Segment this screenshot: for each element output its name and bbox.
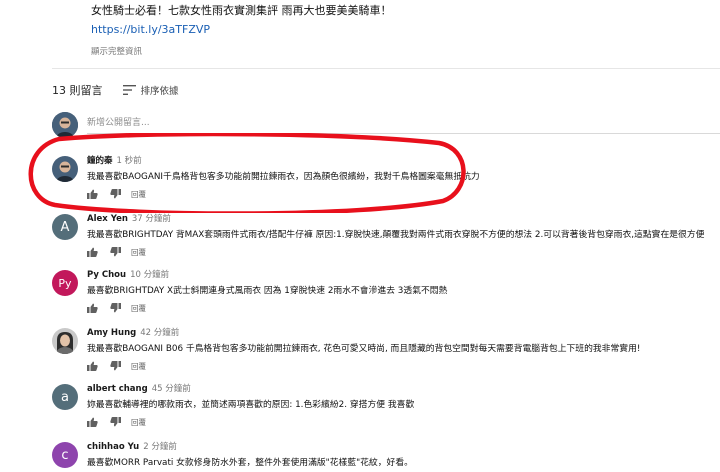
comment-time[interactable]: 37 分鐘前 [132,214,171,224]
dislike-button[interactable] [110,247,121,257]
description-title: 女性騎士必看！七款女性雨衣實測集評 雨再大也要美美騎車！ [91,4,392,17]
sort-icon [122,85,136,95]
comment-text: 我最喜歡BRIGHTDAY 背MAX套頭雨件式雨衣/搭配牛仔褲 原因:1.穿脫快… [87,230,705,240]
comment-avatar: A [52,214,78,240]
comment-avatar [52,328,78,354]
like-button[interactable] [87,247,98,257]
add-comment-input[interactable]: 新增公開留言... [87,116,720,134]
video-description: 女性騎士必看！七款女性雨衣實測集評 雨再大也要美美騎車！ https://bit… [91,4,392,38]
dislike-button[interactable] [110,303,121,313]
thumbs-down-icon [110,361,121,371]
reply-button[interactable]: 回覆 [131,303,146,314]
like-button[interactable] [87,417,98,427]
like-button[interactable] [87,189,98,199]
sort-label: 排序依據 [140,86,179,97]
sort-button[interactable]: 排序依據 [122,83,179,97]
show-more-button[interactable]: 顯示完整資訊 [91,45,142,57]
comment-time[interactable]: 2 分鐘前 [143,442,177,452]
thumbs-up-icon [87,303,98,313]
comment-author[interactable]: albert chang [87,384,148,394]
like-button[interactable] [87,303,98,313]
user-avatar [52,112,78,138]
like-button[interactable] [87,361,98,371]
comment-author[interactable]: Py Chou [87,270,126,280]
reply-button[interactable]: 回覆 [131,247,146,258]
comment-avatar: Py [52,270,78,296]
reply-button[interactable]: 回覆 [131,361,146,372]
thumbs-up-icon [87,189,98,199]
comments-header: 13 則留言 排序依據 [52,82,179,98]
thumbs-up-icon [87,361,98,371]
comment-text: 最喜歡BRIGHTDAY X武士斜開連身式風雨衣 因為 1穿脫快速 2雨水不會滲… [87,286,448,296]
thumbs-down-icon [110,247,121,257]
comment-author[interactable]: Amy Hung [87,328,136,338]
thumbs-down-icon [110,189,121,199]
thumbs-down-icon [110,303,121,313]
comment-author[interactable]: 鐘的秦 [87,156,113,166]
comment-avatar: c [52,442,78,468]
comment-time[interactable]: 1 秒前 [117,156,142,166]
comment-text: 妳最喜歡輔導裡的哪款雨衣，並簡述兩項喜歡的原因: 1.色彩繽紛2. 穿搭方便 我… [87,400,415,410]
thumbs-up-icon [87,247,98,257]
comment-author[interactable]: chihhao Yu [87,442,139,452]
comment-time[interactable]: 10 分鐘前 [130,270,169,280]
dislike-button[interactable] [110,189,121,199]
reply-button[interactable]: 回覆 [131,417,146,428]
dislike-button[interactable] [110,417,121,427]
comment-text: 我最喜歡BAOGANI B06 千鳥格背包客多功能前開拉鍊雨衣, 花色可愛又時尚… [87,344,641,354]
comment-avatar: a [52,384,78,410]
reply-button[interactable]: 回覆 [131,189,146,200]
thumbs-down-icon [110,417,121,427]
comment-text: 我最喜歡BAOGANI千鳥格背包客多功能前開拉鍊雨衣，因為顏色很繽紛，我對千鳥格… [87,172,480,182]
add-comment-row: 新增公開留言... [52,112,720,138]
divider [52,68,720,69]
thumbs-up-icon [87,417,98,427]
comment-author[interactable]: Alex Yen [87,214,128,224]
comment-time[interactable]: 45 分鐘前 [152,384,191,394]
dislike-button[interactable] [110,361,121,371]
comment-avatar [52,156,78,182]
comment-count: 13 則留言 [52,84,103,97]
comment-time[interactable]: 42 分鐘前 [140,328,179,338]
description-link[interactable]: https://bit.ly/3aTFZVP [91,22,210,38]
comment-text: 最喜歡MORR Parvati 女款修身防水外套，整件外套使用滿版"花樣藍"花紋… [87,458,413,468]
